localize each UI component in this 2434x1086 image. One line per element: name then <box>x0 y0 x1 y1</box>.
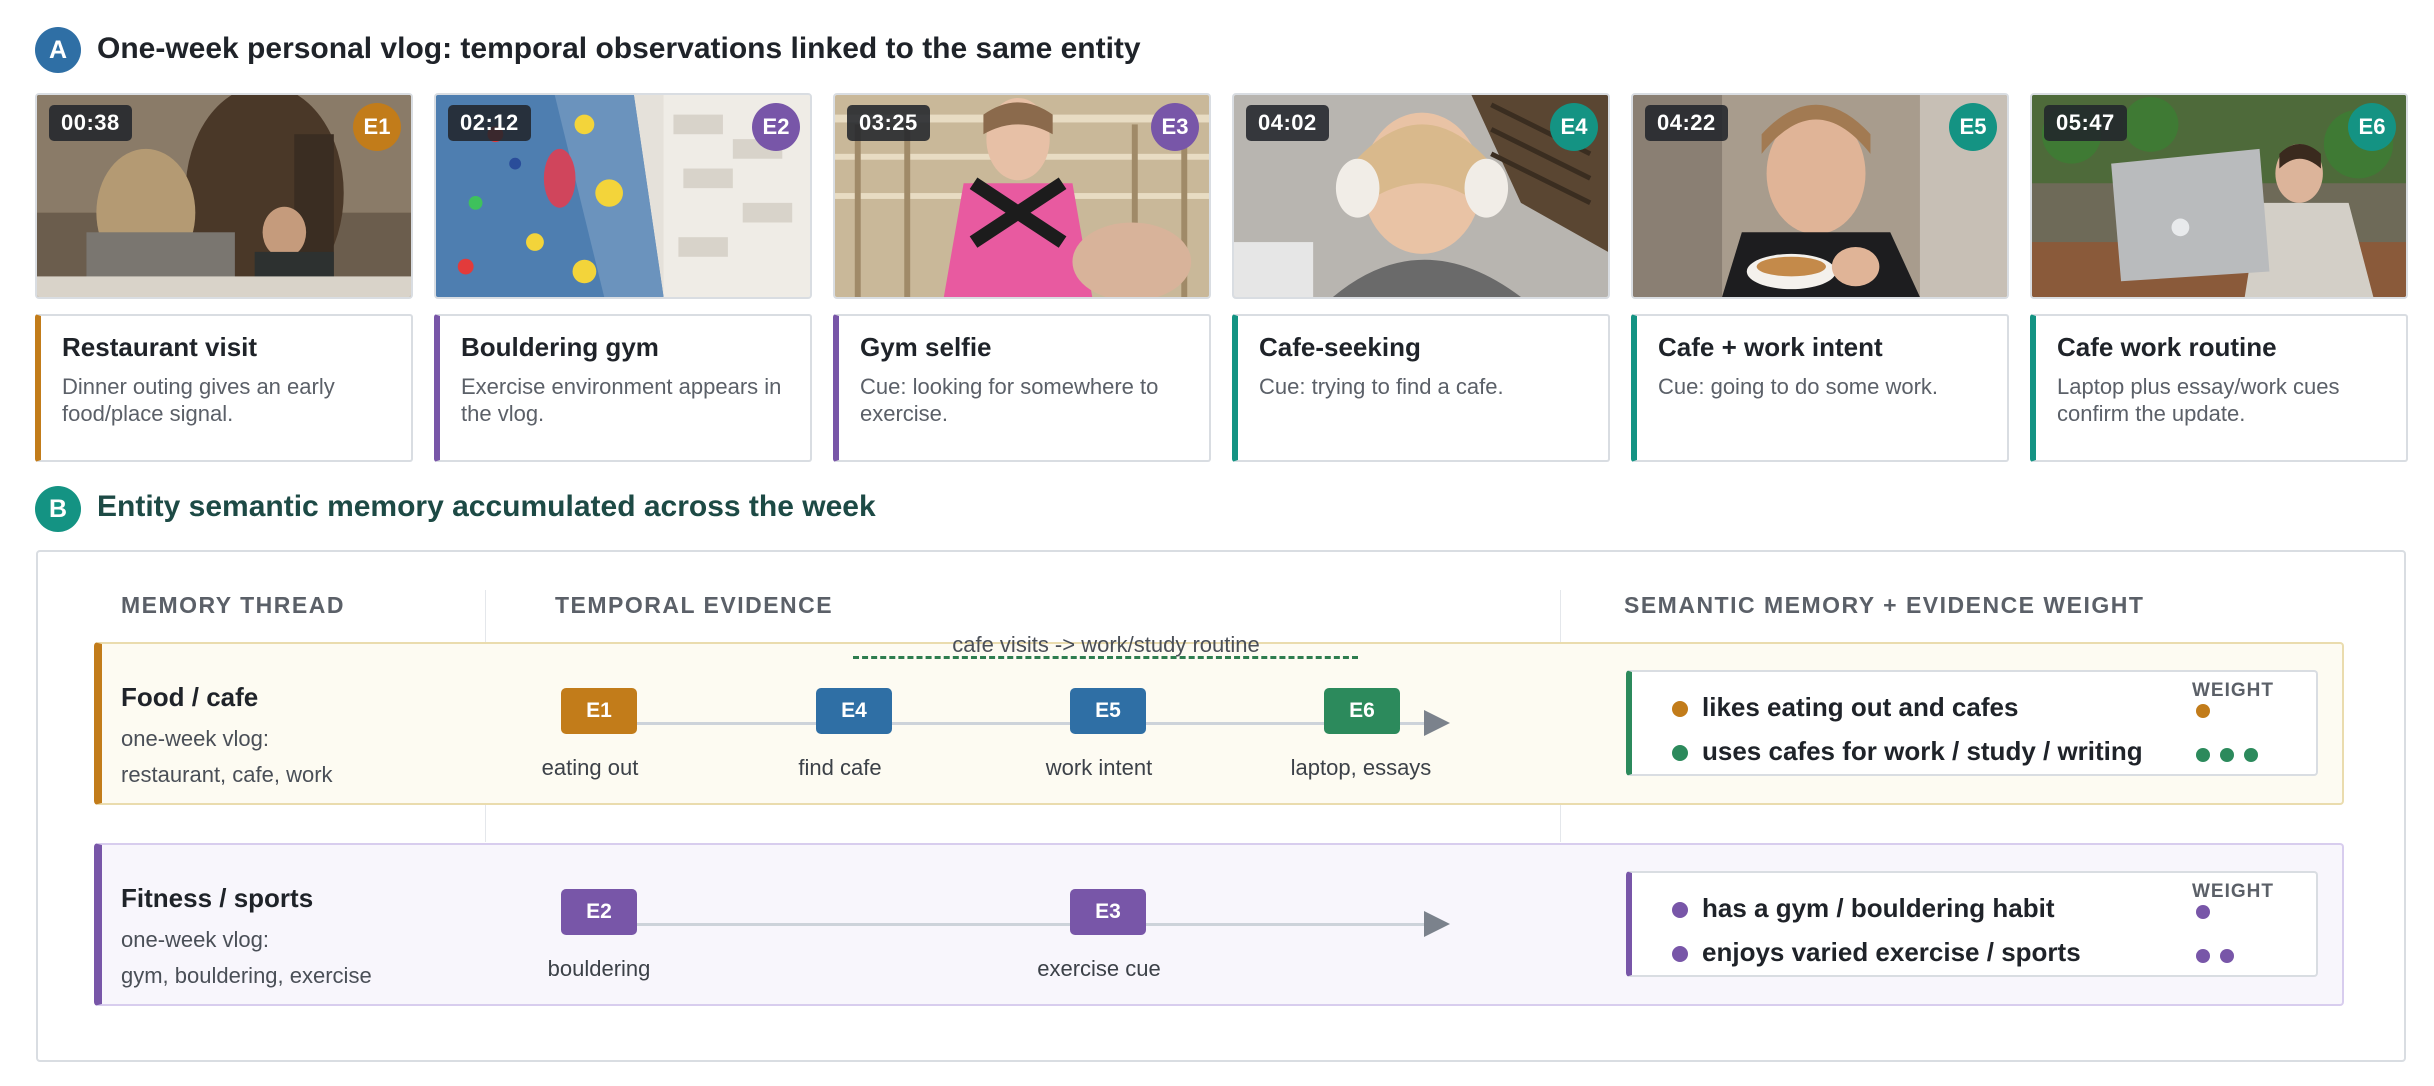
event-label: bouldering <box>547 956 651 981</box>
memory-item: likes eating out and cafes <box>1672 692 2019 723</box>
thread-title: Fitness / sports <box>121 883 314 913</box>
entity-badge-e6: E6 <box>2348 103 2396 151</box>
weight-dot <box>2196 949 2210 963</box>
entity-badge-e4: E4 <box>1550 103 1598 151</box>
card-description: Exercise environment appears in the vlog… <box>461 374 782 426</box>
timestamp-badge: 02:12 <box>448 105 531 141</box>
weight-dots <box>2196 748 2258 762</box>
column-header-memory-thread: MEMORY THREAD <box>121 592 345 618</box>
event-label: exercise cue <box>1037 956 1161 981</box>
card-description: Dinner outing gives an early food/place … <box>62 374 335 426</box>
memory-bullet <box>1672 902 1688 918</box>
card-title: Cafe work routine <box>2057 332 2277 362</box>
observation-card-1: Restaurant visit Dinner outing gives an … <box>35 314 413 462</box>
event-node-e3[interactable]: E3 <box>1070 889 1146 935</box>
section-a-badge: A <box>35 27 81 73</box>
video-frame-5[interactable]: 04:22 E5 <box>1631 93 2009 299</box>
weight-dot <box>2220 949 2234 963</box>
timestamp-badge: 03:25 <box>847 105 930 141</box>
card-description: Cue: trying to find a cafe. <box>1259 374 1504 399</box>
observation-card-2: Bouldering gym Exercise environment appe… <box>434 314 812 462</box>
card-title: Cafe-seeking <box>1259 332 1421 362</box>
video-frame-2[interactable]: 02:12 E2 <box>434 93 812 299</box>
column-header-temporal-evidence: TEMPORAL EVIDENCE <box>555 592 834 618</box>
event-node-e4[interactable]: E4 <box>816 688 892 734</box>
timeline-line <box>598 722 1428 725</box>
weight-label: WEIGHT <box>2192 881 2274 902</box>
thread-title: Food / cafe <box>121 682 259 712</box>
card-title: Cafe + work intent <box>1658 332 1883 362</box>
section-b-title: Entity semantic memory accumulated acros… <box>97 490 876 523</box>
card-title: Gym selfie <box>860 332 992 362</box>
entity-badge-e3: E3 <box>1151 103 1199 151</box>
memory-text: uses cafes for work / study / writing <box>1702 736 2143 766</box>
thread-subtitle: one-week vlog: <box>121 726 269 751</box>
weight-dot <box>2196 748 2210 762</box>
memory-bullet <box>1672 701 1688 717</box>
semantic-memory-box: WEIGHT has a gym / bouldering habit enjo… <box>1626 871 2318 977</box>
memory-text: enjoys varied exercise / sports <box>1702 937 2081 967</box>
memory-bullet <box>1672 946 1688 962</box>
semantic-memory-box: WEIGHT likes eating out and cafes uses c… <box>1626 670 2318 776</box>
event-label: laptop, essays <box>1290 755 1432 780</box>
weight-dot <box>2244 748 2258 762</box>
video-frame-6[interactable]: 05:47 E6 <box>2030 93 2408 299</box>
section-b-badge: B <box>35 486 81 532</box>
column-header-semantic-memory: SEMANTIC MEMORY + EVIDENCE WEIGHT <box>1624 592 2145 618</box>
card-description: Laptop plus essay/work cues confirm the … <box>2057 374 2340 426</box>
timestamp-badge: 04:02 <box>1246 105 1329 141</box>
card-title: Bouldering gym <box>461 332 659 362</box>
card-title: Restaurant visit <box>62 332 258 362</box>
entity-badge-e1: E1 <box>353 103 401 151</box>
event-node-e1[interactable]: E1 <box>561 688 637 734</box>
thread-subtitle: restaurant, cafe, work <box>121 762 333 787</box>
card-description: Cue: looking for somewhere to exercise. <box>860 374 1159 426</box>
memory-text: likes eating out and cafes <box>1702 692 2019 722</box>
timestamp-badge: 05:47 <box>2044 105 2127 141</box>
thread-subtitle: gym, bouldering, exercise <box>121 963 372 988</box>
observation-card-3: Gym selfie Cue: looking for somewhere to… <box>833 314 1211 462</box>
memory-item: has a gym / bouldering habit <box>1672 893 2055 924</box>
card-description: Cue: going to do some work. <box>1658 374 1939 399</box>
thread-subtitle: one-week vlog: <box>121 927 269 952</box>
observation-card-6: Cafe work routine Laptop plus essay/work… <box>2030 314 2408 462</box>
weight-label: WEIGHT <box>2192 680 2274 701</box>
weight-dots <box>2196 949 2234 963</box>
memory-bullet <box>1672 745 1688 761</box>
video-frame-1[interactable]: 00:38 E1 <box>35 93 413 299</box>
section-a-title: One-week personal vlog: temporal observa… <box>97 32 1141 65</box>
entity-badge-e5: E5 <box>1949 103 1997 151</box>
observation-card-4: Cafe-seeking Cue: trying to find a cafe. <box>1232 314 1610 462</box>
memory-item: uses cafes for work / study / writing <box>1672 736 2143 767</box>
timestamp-badge: 00:38 <box>49 105 132 141</box>
weight-dot <box>2196 905 2210 919</box>
event-label: eating out <box>541 755 639 780</box>
timeline-line <box>598 923 1428 926</box>
event-node-e2[interactable]: E2 <box>561 889 637 935</box>
memory-text: has a gym / bouldering habit <box>1702 893 2055 923</box>
video-frame-4[interactable]: 04:02 E4 <box>1232 93 1610 299</box>
event-node-e5[interactable]: E5 <box>1070 688 1146 734</box>
event-label: work intent <box>1045 755 1153 780</box>
event-label: find cafe <box>798 755 882 780</box>
weight-dot <box>2220 748 2234 762</box>
video-frame-3[interactable]: 03:25 E3 <box>833 93 1211 299</box>
timestamp-badge: 04:22 <box>1645 105 1728 141</box>
entity-badge-e2: E2 <box>752 103 800 151</box>
weight-dots <box>2196 905 2210 919</box>
memory-item: enjoys varied exercise / sports <box>1672 937 2081 968</box>
weight-dots <box>2196 704 2210 718</box>
weight-dot <box>2196 704 2210 718</box>
timeline-arrow <box>1424 710 1450 736</box>
observation-card-5: Cafe + work intent Cue: going to do some… <box>1631 314 2009 462</box>
timeline-arrow <box>1424 911 1450 937</box>
event-node-e6[interactable]: E6 <box>1324 688 1400 734</box>
bracket-label: cafe visits -> work/study routine <box>952 632 1260 657</box>
